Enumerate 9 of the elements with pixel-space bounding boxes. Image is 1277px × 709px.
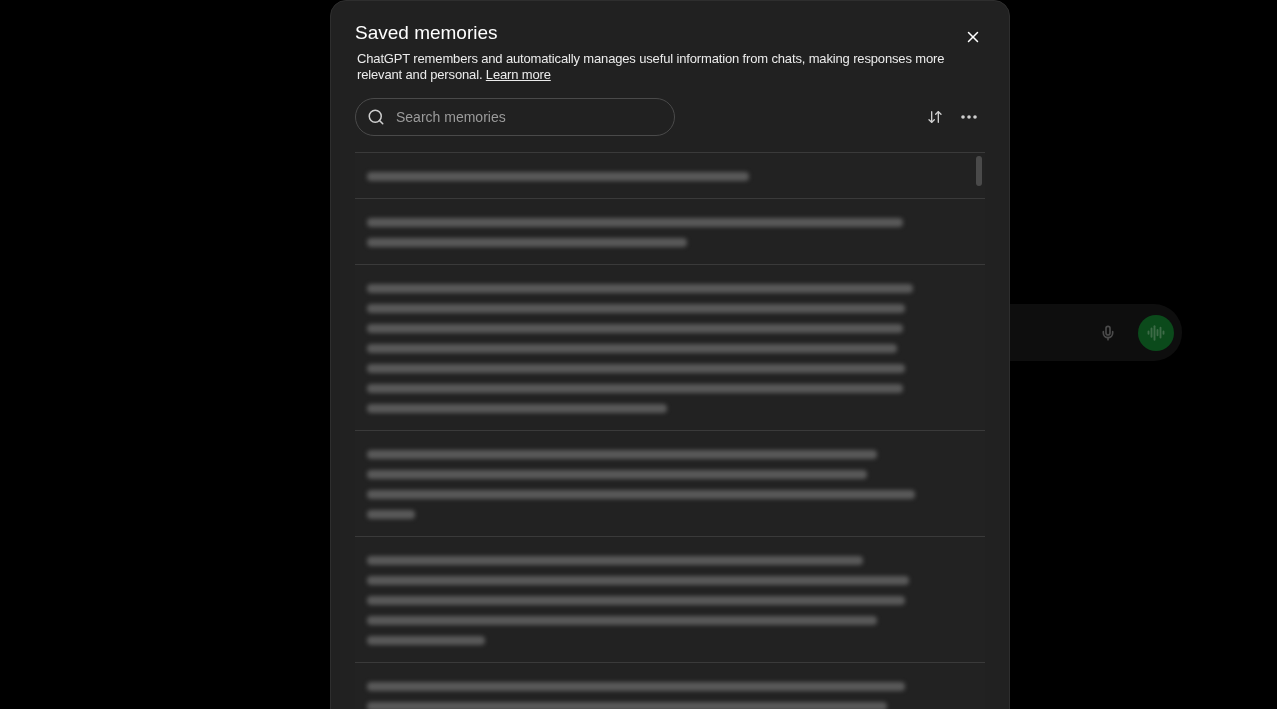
search-icon — [367, 108, 385, 126]
dialog-title: Saved memories — [355, 21, 498, 45]
more-icon — [961, 115, 977, 119]
learn-more-link[interactable]: Learn more — [485, 67, 551, 82]
sort-icon — [927, 109, 943, 125]
scrollbar-thumb[interactable] — [976, 156, 982, 186]
dialog-description: ChatGPT remembers and automatically manages useful information from chats, making responses more relevant and personal. Learn more — [357, 51, 946, 83]
voice-icon[interactable] — [1138, 314, 1174, 351]
search-field[interactable]: Search memories — [355, 98, 675, 136]
